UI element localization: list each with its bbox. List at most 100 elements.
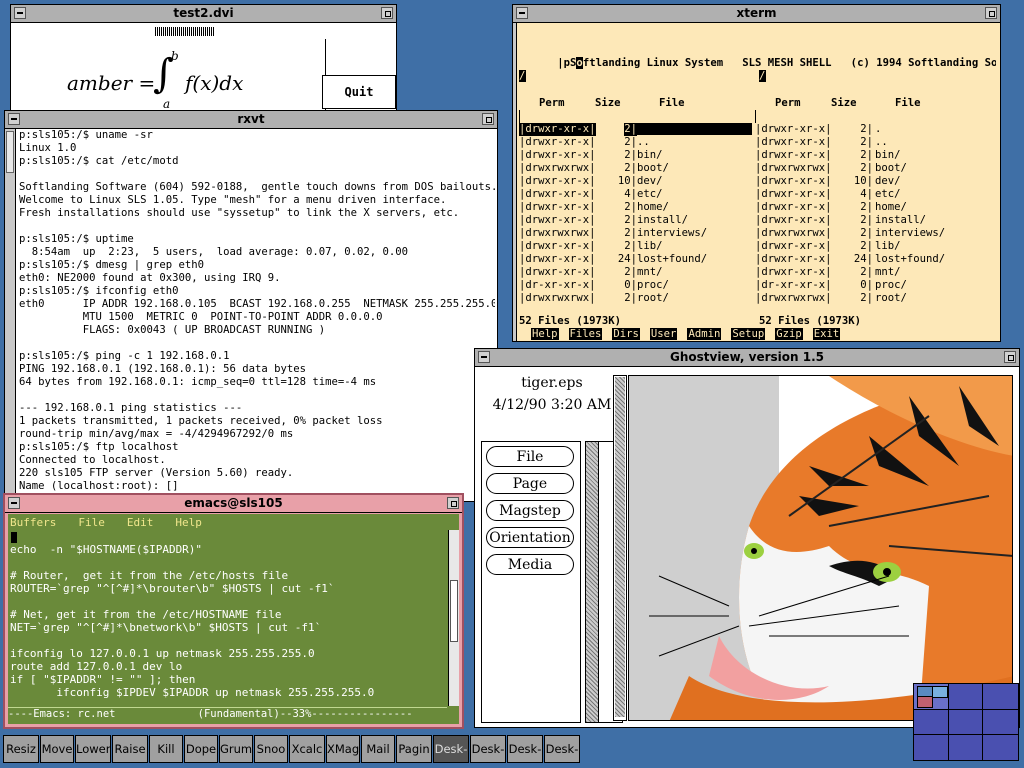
maximize-button[interactable]: [482, 113, 494, 125]
maximize-button[interactable]: [381, 7, 393, 19]
file-row[interactable]: |drwxr-xr-x| 2| mnt/: [755, 266, 995, 279]
dvi-scrollbar-h[interactable]: [25, 25, 325, 40]
dock-kill-button[interactable]: Kill: [149, 735, 183, 763]
mesh-menu-setup[interactable]: Setup: [731, 328, 766, 340]
dock-lower-button[interactable]: Lower: [75, 735, 111, 763]
file-row[interactable]: |drwxr-xr-x| 24| lost+found/: [755, 253, 995, 266]
dock-mail-button[interactable]: Mail: [361, 735, 395, 763]
dock-desk-button[interactable]: Desk-: [507, 735, 543, 763]
emacs-titlebar[interactable]: emacs@sls105: [5, 495, 462, 513]
rxvt-titlebar[interactable]: rxvt: [5, 111, 497, 129]
file-row[interactable]: |drwxr-xr-x| 10| dev/: [755, 175, 995, 188]
mesh-menu-files[interactable]: Files: [568, 328, 603, 340]
mesh-menu-user[interactable]: User: [649, 328, 678, 340]
gv-page-button[interactable]: Page: [486, 473, 574, 494]
file-row[interactable]: |drwxr-xr-x| 2| home/: [755, 201, 995, 214]
file-row[interactable]: |drwxrwxrwx| 2| root/: [519, 292, 755, 305]
dock-pagin-button[interactable]: Pagin: [396, 735, 432, 763]
dock-xmag-button[interactable]: XMag: [326, 735, 360, 763]
dock-move-button[interactable]: Move: [40, 735, 74, 763]
desktop-pager[interactable]: [913, 683, 1019, 761]
file-row[interactable]: |drwxrwxrwx| 2| interviews/: [519, 227, 755, 240]
emacs-menu-edit[interactable]: Edit: [127, 516, 154, 529]
file-row[interactable]: |drwxr-xr-x| 24| lost+found/: [519, 253, 755, 266]
emacs-buffer[interactable]: echo -n "$HOSTNAME($IPADDR)" # Router, g…: [10, 530, 447, 706]
dock-snoo-button[interactable]: Snoo: [254, 735, 288, 763]
file-row[interactable]: |drwxr-xr-x| 2|..: [755, 136, 995, 149]
emacs-scroll-thumb[interactable]: [450, 580, 458, 642]
gv-vscroll[interactable]: [613, 375, 627, 721]
rxvt-scrollbar[interactable]: [5, 129, 16, 501]
gv-file-button[interactable]: File: [486, 446, 574, 467]
iconify-button[interactable]: [14, 7, 26, 19]
mesh-menu-dirs[interactable]: Dirs: [612, 328, 640, 340]
file-row[interactable]: |drwxr-xr-x| 2| lib/: [519, 240, 755, 253]
dvi-scroll-thumb[interactable]: [155, 27, 215, 36]
file-row[interactable]: |drwxr-xr-x| 2|..: [519, 136, 755, 149]
iconify-button[interactable]: [8, 113, 20, 125]
file-row[interactable]: |dr-xr-xr-x| 0| proc/: [519, 279, 755, 292]
mesh-menu-help[interactable]: Help: [531, 328, 559, 340]
mesh-menu-gzip[interactable]: Gzip: [775, 328, 803, 340]
gv-magstep-button[interactable]: Magstep: [486, 500, 574, 521]
terminal-line: 8:54am up 2:23, 5 users, load average: 0…: [19, 246, 409, 258]
file-row[interactable]: |drwxr-xr-x| 2| bin/: [755, 149, 995, 162]
file-row[interactable]: |drwxr-xr-x| 2| install/: [755, 214, 995, 227]
mesh-right-panel[interactable]: Perm Size File |drwxr-xr-x| 2|. |drwxr-xr-x| 2…: [755, 97, 995, 305]
emacs-menu-file[interactable]: File: [78, 516, 105, 529]
rxvt-terminal[interactable]: p:sls105:/$ uname -sr Linux 1.0 p:sls105:/…: [19, 129, 495, 501]
iconify-button[interactable]: [478, 351, 490, 363]
maximize-button[interactable]: [1004, 351, 1016, 363]
dvi-titlebar[interactable]: test2.dvi: [11, 5, 396, 23]
maximize-button[interactable]: [985, 7, 997, 19]
row-size: 2|: [624, 227, 637, 239]
file-row[interactable]: |dr-xr-xr-x| 0| proc/: [755, 279, 995, 292]
file-row[interactable]: |drwxrwxrwx| 2| root/: [755, 292, 995, 305]
file-row[interactable]: |drwxr-xr-x| 2|.: [755, 123, 995, 136]
row-file: lib/: [637, 240, 663, 252]
row-size: 2|: [860, 240, 873, 252]
emacs-scrollbar[interactable]: [448, 530, 459, 706]
mesh-shell[interactable]: |pSoftlanding Linux System SLS MESH SHEL…: [519, 23, 996, 341]
gv-orientation-button[interactable]: Orientation: [486, 527, 574, 548]
file-row[interactable]: |drwxr-xr-x| 2| bin/: [519, 149, 755, 162]
rxvt-scroll-thumb[interactable]: [6, 131, 14, 173]
dock-desk-button[interactable]: Desk-: [470, 735, 506, 763]
file-row[interactable]: |drwxrwxrwx| 2| boot/: [755, 162, 995, 175]
dock-desk-button[interactable]: Desk-: [544, 735, 580, 763]
quit-button[interactable]: Quit: [322, 75, 396, 109]
file-row[interactable]: |drwxr-xr-x| 4| etc/: [519, 188, 755, 201]
mesh-left-panel[interactable]: Perm Size File |drwxr-xr-x| 2| |drwxr-xr-x| 2|…: [519, 97, 755, 305]
dvi-page: amber = ∫ b a f(x)dx: [25, 39, 326, 115]
dock-raise-button[interactable]: Raise: [112, 735, 148, 763]
xterm-scrollbar[interactable]: [513, 23, 517, 341]
dock-desk-button[interactable]: Desk-: [433, 735, 469, 763]
file-row[interactable]: |drwxr-xr-x| 10| dev/: [519, 175, 755, 188]
emacs-menu-help[interactable]: Help: [175, 516, 202, 529]
dock-resiz-button[interactable]: Resiz: [3, 735, 39, 763]
mesh-menu-admin[interactable]: Admin: [687, 328, 722, 340]
file-row[interactable]: |drwxr-xr-x| 2|: [519, 123, 755, 136]
maximize-button[interactable]: [447, 497, 459, 509]
iconify-button[interactable]: [8, 497, 20, 509]
gv-media-button[interactable]: Media: [486, 554, 574, 575]
ghostview-titlebar[interactable]: Ghostview, version 1.5: [475, 349, 1019, 367]
xterm-titlebar[interactable]: xterm: [513, 5, 1000, 23]
dock-xcalc-button[interactable]: Xcalc: [289, 735, 325, 763]
emacs-menu-buffers[interactable]: Buffers: [10, 516, 56, 529]
gv-page-view[interactable]: [628, 375, 1013, 721]
file-row[interactable]: |drwxr-xr-x| 4| etc/: [755, 188, 995, 201]
file-row[interactable]: |drwxr-xr-x| 2| home/: [519, 201, 755, 214]
dock-dope-button[interactable]: Dope: [184, 735, 218, 763]
iconify-button[interactable]: [516, 7, 528, 19]
file-row[interactable]: |drwxr-xr-x| 2| install/: [519, 214, 755, 227]
file-row[interactable]: |drwxrwxrwx| 2| interviews/: [755, 227, 995, 240]
pager-current-desk[interactable]: [914, 684, 948, 709]
mesh-menu-exit[interactable]: Exit: [812, 328, 841, 340]
file-row[interactable]: |drwxr-xr-x| 2| mnt/: [519, 266, 755, 279]
dock-grum-button[interactable]: Grum: [219, 735, 253, 763]
gv-vscroll-thumb[interactable]: [615, 377, 625, 717]
file-row[interactable]: |drwxrwxrwx| 2| boot/: [519, 162, 755, 175]
file-row[interactable]: |drwxr-xr-x| 2| lib/: [755, 240, 995, 253]
gv-list-scrollbar[interactable]: [586, 442, 599, 722]
